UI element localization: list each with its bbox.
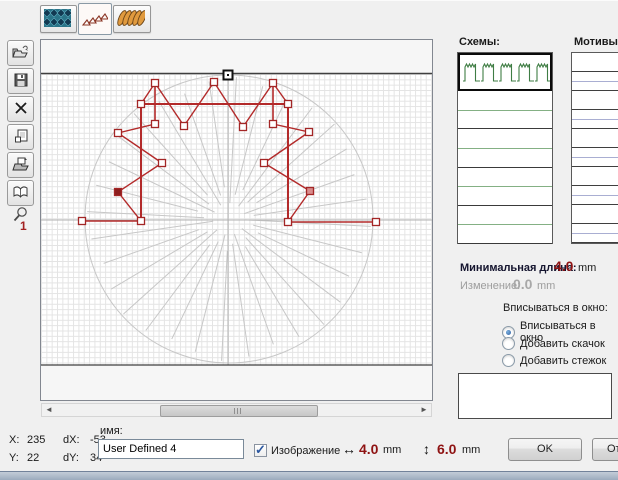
schemes-label: Схемы:	[459, 36, 500, 48]
motif-row[interactable]	[572, 186, 618, 205]
change-value: 0.0	[513, 276, 532, 292]
motif-row[interactable]	[572, 148, 618, 167]
stitch-canvas[interactable]	[40, 39, 433, 401]
motif-row[interactable]	[572, 167, 618, 186]
save-floppy-icon	[13, 72, 29, 88]
scheme-item-selected[interactable]	[458, 53, 552, 91]
y-value: 22	[27, 449, 63, 467]
tab-coil-pattern[interactable]	[113, 5, 151, 33]
scheme-item[interactable]	[458, 91, 552, 129]
fit-options-header: Вписываться в окно:	[503, 302, 608, 314]
book-icon	[12, 184, 29, 200]
open-folder-icon	[12, 44, 29, 60]
height-unit: mm	[462, 444, 480, 456]
radio-add-stitch-label: Добавить стежок	[520, 355, 606, 367]
x-value: 235	[27, 431, 63, 449]
scroll-right-arrow-icon[interactable]: ►	[417, 404, 431, 416]
tab-triangle-pattern[interactable]	[78, 3, 112, 35]
motifs-list[interactable]	[571, 52, 618, 244]
name-label: имя:	[100, 425, 123, 437]
info-box	[458, 373, 612, 419]
dy-label: dY:	[63, 449, 90, 467]
motif-row[interactable]	[572, 91, 618, 110]
window-frame-bottom	[0, 471, 618, 480]
motif-row[interactable]	[572, 224, 618, 243]
dx-label: dX:	[63, 431, 90, 449]
catalog-button[interactable]	[7, 180, 34, 206]
triangle-pattern-icon	[82, 9, 108, 27]
scrollbar-thumb[interactable]	[160, 405, 318, 417]
image-checkbox-row[interactable]: Изображение	[254, 444, 340, 457]
radio-add-jump[interactable]: Добавить скачок	[502, 337, 605, 350]
duplicate-page-icon	[13, 128, 29, 144]
change-label: Изменение:	[460, 280, 520, 292]
scrollbar-grip	[234, 408, 243, 414]
width-unit: mm	[383, 444, 401, 456]
delete-button[interactable]	[7, 96, 34, 122]
coordinate-readout: X: 235 dX: -53 Y: 22 dY: 34	[9, 431, 106, 467]
stitch-pattern-editor-window: 1 ◄ ► Схемы: Мотивы: Минимальная длина: …	[0, 0, 618, 480]
motif-row[interactable]	[572, 72, 618, 91]
image-checkbox[interactable]	[254, 444, 267, 457]
radio-icon[interactable]	[502, 337, 515, 350]
radio-icon[interactable]	[502, 354, 515, 367]
stitch-pattern-drawing	[41, 40, 432, 400]
import-folder-icon	[12, 156, 29, 172]
motif-row[interactable]	[572, 129, 618, 148]
x-label: X:	[9, 431, 27, 449]
motif-row[interactable]	[572, 53, 618, 72]
radio-add-stitch[interactable]: Добавить стежок	[502, 354, 606, 367]
tab-diamond-pattern[interactable]	[40, 5, 77, 33]
scroll-left-arrow-icon[interactable]: ◄	[42, 404, 56, 416]
motif-row[interactable]	[572, 205, 618, 224]
radio-add-jump-label: Добавить скачок	[520, 338, 605, 350]
height-arrow-icon: ↕	[423, 441, 430, 457]
height-value: 6.0	[437, 441, 456, 457]
cancel-button[interactable]: Отмена	[592, 438, 618, 461]
scheme-item[interactable]	[458, 206, 552, 244]
min-length-unit: mm	[578, 262, 596, 274]
import-button[interactable]	[7, 152, 34, 178]
y-label: Y:	[9, 449, 27, 467]
coil-pattern-icon	[117, 9, 145, 27]
ok-button[interactable]: OK	[508, 438, 582, 461]
image-checkbox-label: Изображение	[271, 445, 340, 457]
zoom-level-value: 1	[20, 219, 27, 233]
motif-row[interactable]	[572, 110, 618, 129]
save-button[interactable]	[7, 68, 34, 94]
schemes-list[interactable]	[457, 52, 553, 244]
delete-x-icon	[13, 100, 29, 116]
name-input[interactable]	[98, 439, 244, 459]
min-length-value: 4.0	[554, 258, 573, 274]
canvas-hscrollbar[interactable]: ◄ ►	[41, 403, 432, 417]
change-unit: mm	[537, 280, 555, 292]
open-button[interactable]	[7, 40, 34, 66]
motifs-label: Мотивы:	[574, 36, 618, 48]
diamond-pattern-icon	[44, 9, 71, 27]
scheme-item[interactable]	[458, 168, 552, 206]
width-value: 4.0	[359, 441, 378, 457]
scheme-item[interactable]	[458, 129, 552, 167]
duplicate-button[interactable]	[7, 124, 34, 150]
scheme-zigzag-preview	[460, 55, 550, 89]
width-arrow-icon: ↔	[342, 441, 356, 457]
